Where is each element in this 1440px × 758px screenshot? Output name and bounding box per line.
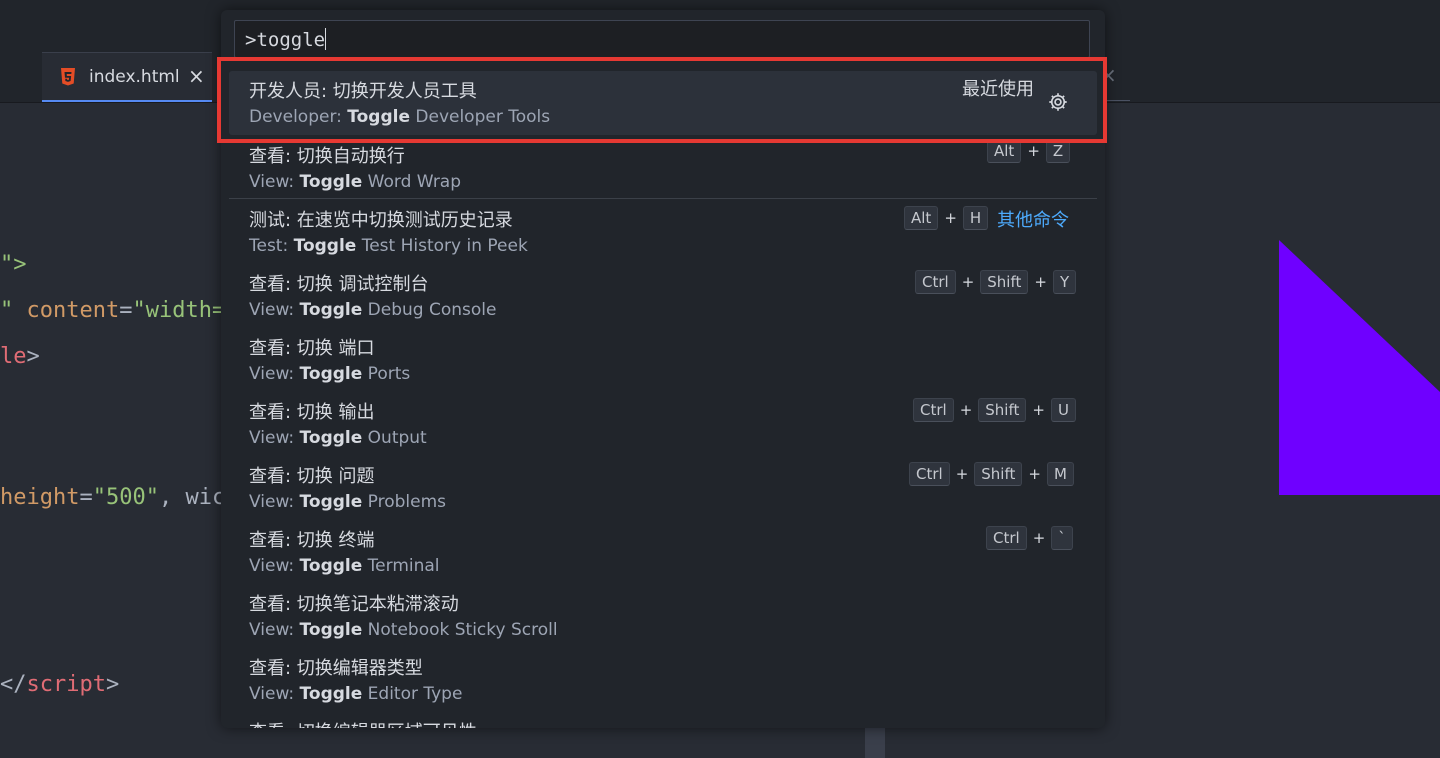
- separator: [229, 198, 1097, 199]
- command-item-toggle-terminal[interactable]: 查看: 切换 终端 View: Toggle Terminal Ctrl + `: [229, 520, 1097, 584]
- code-line: " content="width=: [0, 298, 226, 323]
- command-item-toggle-ports[interactable]: 查看: 切换 端口 View: Toggle Ports: [229, 328, 1097, 392]
- key-cap: Shift: [978, 398, 1027, 422]
- keybinding: Ctrl + Shift + Y: [915, 270, 1077, 294]
- key-cap: Ctrl: [986, 526, 1027, 550]
- key-cap: Shift: [980, 270, 1029, 294]
- command-label: 查看: 切换 输出: [249, 402, 375, 423]
- command-detail: View: Toggle Notebook Sticky Scroll: [249, 620, 558, 640]
- command-item-toggle-editor-type[interactable]: 查看: 切换编辑器类型 View: Toggle Editor Type: [229, 648, 1097, 712]
- command-item-toggle-problems[interactable]: 查看: 切换 问题 View: Toggle Problems Ctrl + Shi…: [229, 456, 1097, 520]
- command-detail: View: Toggle Debug Console: [249, 300, 497, 320]
- key-cap: Alt: [904, 206, 939, 230]
- keybinding: Alt + H: [904, 206, 989, 230]
- command-detail: View: Toggle Terminal: [249, 556, 440, 576]
- command-detail: View: Toggle Editor Type: [249, 684, 463, 704]
- command-label: 查看: 切换笔记本粘滞滚动: [249, 594, 459, 615]
- code-line: ">: [0, 252, 27, 277]
- key-cap: Shift: [974, 462, 1023, 486]
- keybinding: Ctrl + Shift + M: [909, 462, 1074, 486]
- command-detail: View: Toggle Problems: [249, 492, 447, 512]
- code-line: </script>: [0, 672, 120, 697]
- triangle-shape: [1279, 240, 1440, 495]
- command-detail: Test: Toggle Test History in Peek: [249, 236, 528, 256]
- command-label: 查看: 切换编辑器区域可见性: [249, 718, 477, 728]
- command-item-toggle-editor-area-visibility[interactable]: 查看: 切换编辑器区域可见性: [229, 712, 1097, 728]
- highlight-box: [217, 57, 1107, 143]
- query-text: >toggle: [245, 29, 326, 51]
- code-line: height="500", wic: [0, 485, 226, 510]
- key-cap: `: [1051, 526, 1073, 550]
- command-label: 查看: 切换 端口: [249, 338, 375, 359]
- tab-index-html[interactable]: index.html ×: [42, 52, 212, 102]
- key-cap: Ctrl: [909, 462, 950, 486]
- command-label: 查看: 切换自动换行: [249, 146, 405, 167]
- command-palette-input[interactable]: >toggle: [234, 20, 1090, 58]
- tab-close-icon[interactable]: ×: [188, 64, 205, 88]
- code-line: le>: [0, 344, 40, 369]
- command-label: 查看: 切换 终端: [249, 530, 375, 551]
- key-cap: Y: [1052, 270, 1077, 294]
- other-commands-label: 其他命令: [997, 210, 1069, 231]
- html5-icon: [61, 68, 75, 86]
- command-item-toggle-notebook-sticky-scroll[interactable]: 查看: 切换笔记本粘滞滚动 View: Toggle Notebook Stic…: [229, 584, 1097, 648]
- command-detail: View: Toggle Ports: [249, 364, 411, 384]
- command-item-toggle-test-history[interactable]: 测试: 在速览中切换测试历史记录 Test: Toggle Test Histo…: [229, 200, 1097, 264]
- command-label: 测试: 在速览中切换测试历史记录: [249, 210, 513, 231]
- command-label: 查看: 切换编辑器类型: [249, 658, 423, 679]
- text-caret: [325, 28, 327, 50]
- command-label: 查看: 切换 调试控制台: [249, 274, 429, 295]
- keybinding: Ctrl + Shift + U: [913, 398, 1076, 422]
- command-item-toggle-debug-console[interactable]: 查看: 切换 调试控制台 View: Toggle Debug Console …: [229, 264, 1097, 328]
- keybinding: Ctrl + `: [986, 526, 1073, 550]
- key-cap: Ctrl: [915, 270, 956, 294]
- tab-label: index.html: [89, 67, 180, 87]
- command-item-toggle-word-wrap[interactable]: 查看: 切换自动换行 View: Toggle Word Wrap Alt + Z: [229, 136, 1097, 200]
- key-cap: U: [1050, 398, 1076, 422]
- command-detail: View: Toggle Output: [249, 428, 427, 448]
- command-label: 查看: 切换 问题: [249, 466, 375, 487]
- key-cap: Ctrl: [913, 398, 954, 422]
- command-detail: View: Toggle Word Wrap: [249, 172, 462, 192]
- command-item-toggle-output[interactable]: 查看: 切换 输出 View: Toggle Output Ctrl + Shift…: [229, 392, 1097, 456]
- key-cap: M: [1046, 462, 1074, 486]
- key-cap: H: [962, 206, 989, 230]
